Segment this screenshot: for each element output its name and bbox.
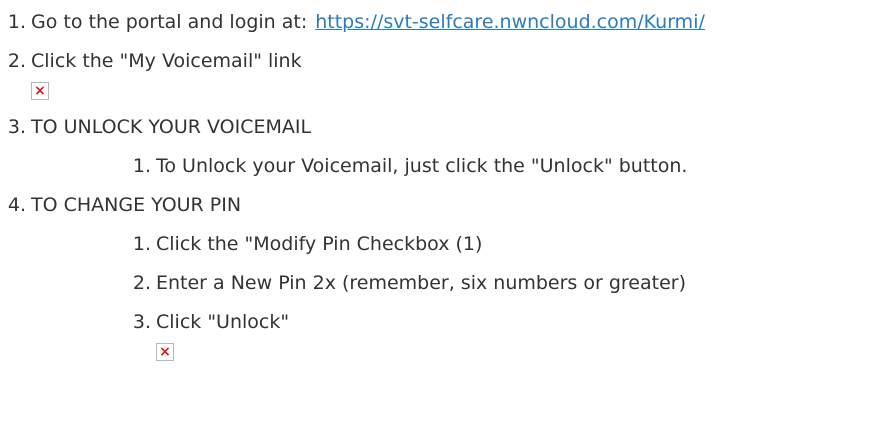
step-text: TO UNLOCK YOUR VOICEMAIL [31,116,312,138]
step-number: 4. [7,194,26,216]
substep-4-2: 2. Enter a New Pin 2x (remember, six num… [127,272,882,295]
broken-image-icon: × [31,82,49,100]
substep-list: 1. Click the "Modify Pin Checkbox (1) 2.… [127,233,882,361]
step-1: 1. Go to the portal and login at: https:/… [2,11,882,34]
substep-4-3: 3. Click "Unlock" × [127,311,882,361]
step-3: 3. TO UNLOCK YOUR VOICEMAIL 1. To Unlock… [2,116,882,178]
substep-list: 1. To Unlock your Voicemail, just click … [127,155,882,178]
substep-4-1: 1. Click the "Modify Pin Checkbox (1) [127,233,882,256]
broken-image-icon: × [156,343,174,361]
substep-3-1: 1. To Unlock your Voicemail, just click … [127,155,882,178]
substep-text: Click "Unlock" [156,311,290,333]
step-text: Go to the portal and login at: [31,11,308,33]
instruction-list: 1. Go to the portal and login at: https:/… [2,11,882,377]
step-4: 4. TO CHANGE YOUR PIN 1. Click the "Modi… [2,194,882,361]
substep-number: 1. [132,233,151,255]
step-number: 1. [7,11,26,33]
substep-number: 2. [132,272,151,294]
step-2: 2. Click the "My Voicemail" link × [2,50,882,100]
step-text: Click the "My Voicemail" link [31,50,302,72]
substep-number: 1. [132,155,151,177]
step-number: 2. [7,50,26,72]
step-number: 3. [7,116,26,138]
portal-link[interactable]: https://svt-selfcare.nwncloud.com/Kurmi/ [315,11,705,33]
substep-text: Enter a New Pin 2x (remember, six number… [156,272,686,294]
substep-number: 3. [132,311,151,333]
substep-text: Click the "Modify Pin Checkbox (1) [156,233,483,255]
step-text: TO CHANGE YOUR PIN [31,194,242,216]
substep-text: To Unlock your Voicemail, just click the… [156,155,688,177]
